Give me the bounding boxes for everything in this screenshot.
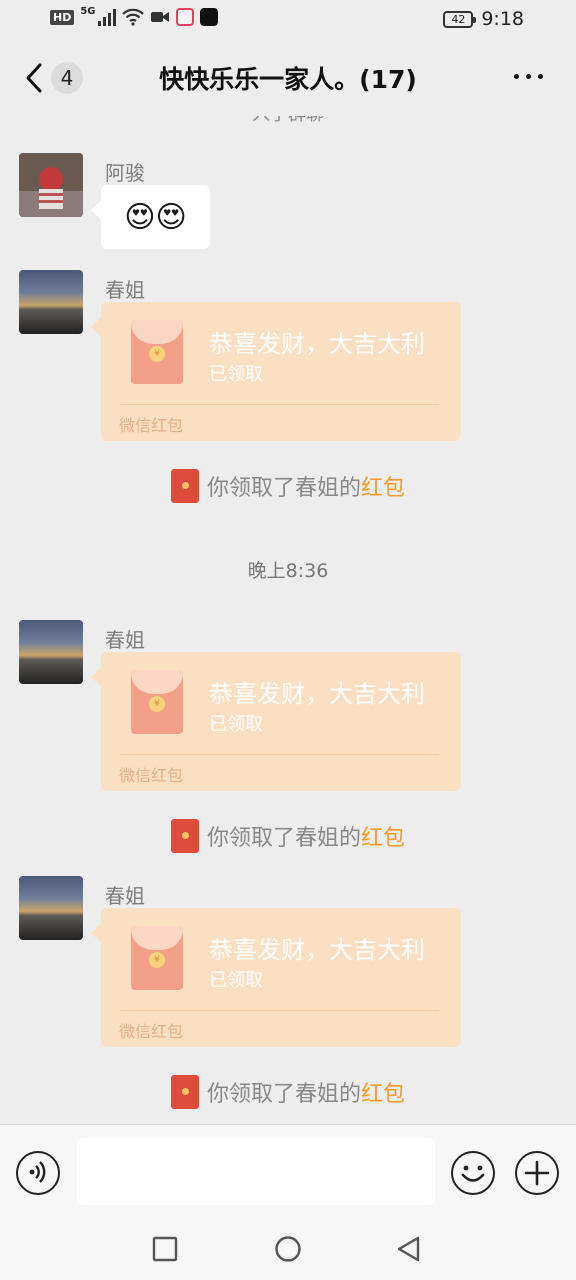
message-input[interactable] (77, 1138, 435, 1205)
smiley-icon (461, 1165, 485, 1182)
red-packet-icon (170, 469, 199, 503)
red-packet-status: 已领取 (209, 970, 263, 991)
page-title: 快快乐乐一家人。(17) (159, 65, 417, 94)
back-chevron-icon[interactable] (22, 62, 50, 94)
more-actions-button[interactable] (515, 1151, 559, 1195)
system-message: 入了群聊 (0, 116, 576, 126)
hd-badge: HD (50, 9, 75, 25)
home-icon[interactable] (274, 1235, 302, 1263)
sender-name: 春姐 (105, 628, 145, 652)
divider (119, 754, 439, 755)
red-packet-notice: 你领取了春姐的红包 (0, 469, 576, 503)
red-packet-card[interactable]: ¥ 恭喜发财，大吉大利 已领取 微信红包 (101, 908, 461, 1047)
timestamp: 晚上8:36 (247, 560, 329, 582)
red-packet-label: 微信红包 (119, 766, 184, 785)
clock-time: 9:18 (481, 8, 524, 30)
battery-icon: 42 (443, 10, 477, 28)
red-packet-link[interactable]: 红包 (361, 1082, 405, 1107)
red-packet-link[interactable]: 红包 (361, 826, 405, 851)
sender-name: 春姐 (105, 884, 145, 908)
sender-name: 阿骏 (105, 161, 145, 185)
system-nav-bar (0, 1220, 576, 1280)
message-bubble[interactable]: 😍😍 (101, 185, 210, 249)
red-packet-title: 恭喜发财，大吉大利 (209, 680, 425, 708)
red-packet-status: 已领取 (209, 714, 263, 735)
red-packet-card[interactable]: ¥ 恭喜发财，大吉大利 已领取 微信红包 (101, 652, 461, 791)
divider (119, 1010, 439, 1011)
red-packet-notice: 你领取了春姐的红包 (0, 819, 576, 853)
notice-text: 你领取了春姐的 (206, 476, 361, 501)
red-packet-label: 微信红包 (119, 416, 184, 435)
red-packet-icon (170, 819, 199, 853)
network-gen-label: 5G (80, 5, 96, 17)
red-packet-link[interactable]: 红包 (361, 476, 405, 501)
avatar[interactable] (19, 876, 83, 940)
recent-apps-icon[interactable] (152, 1236, 178, 1262)
red-packet-icon (170, 1075, 199, 1109)
emoji-content: 😍😍 (124, 199, 187, 235)
notice-text: 你领取了春姐的 (206, 1082, 361, 1107)
red-envelope-icon: ¥ (131, 926, 183, 990)
emoji-button[interactable] (451, 1151, 495, 1195)
red-packet-title: 恭喜发财，大吉大利 (209, 936, 425, 964)
unread-count-badge[interactable]: 4 (51, 62, 83, 94)
video-camera-icon (150, 12, 169, 22)
red-packet-card[interactable]: ¥ 恭喜发财，大吉大利 已领取 微信红包 (101, 302, 461, 441)
chat-message-list[interactable]: 入了群聊 阿骏 😍😍 春姐 ¥ 恭喜发财，大吉大利 已领取 微信红包 你领取了春… (0, 116, 576, 1124)
avatar[interactable] (19, 270, 83, 334)
signal-icon (97, 8, 116, 26)
red-envelope-icon: ¥ (131, 320, 183, 384)
divider (119, 404, 439, 405)
status-bar: HD 5G 42 9:18 (0, 0, 576, 40)
red-packet-status: 已领取 (209, 364, 263, 385)
avatar[interactable] (19, 620, 83, 684)
wifi-icon (121, 8, 144, 26)
red-packet-notice: 你领取了春姐的红包 (0, 1075, 576, 1109)
red-envelope-icon: ¥ (131, 670, 183, 734)
tiktok-icon (199, 8, 218, 26)
back-triangle-icon[interactable] (396, 1235, 422, 1263)
red-packet-title: 恭喜发财，大吉大利 (209, 330, 425, 358)
sender-name: 春姐 (105, 278, 145, 302)
plus-icon (524, 1160, 550, 1186)
voice-icon (29, 1161, 46, 1183)
voice-button[interactable] (16, 1151, 60, 1195)
more-options-icon[interactable] (514, 74, 543, 79)
red-packet-label: 微信红包 (119, 1022, 184, 1041)
avatar[interactable] (19, 153, 83, 217)
app-notification-icon (175, 8, 194, 26)
chat-header: 4 快快乐乐一家人。(17) (0, 40, 576, 116)
status-icons-right: 42 9:18 (443, 8, 524, 30)
notice-text: 你领取了春姐的 (206, 826, 361, 851)
status-icons-left: HD 5G (50, 5, 218, 26)
message-input-bar (0, 1124, 576, 1220)
